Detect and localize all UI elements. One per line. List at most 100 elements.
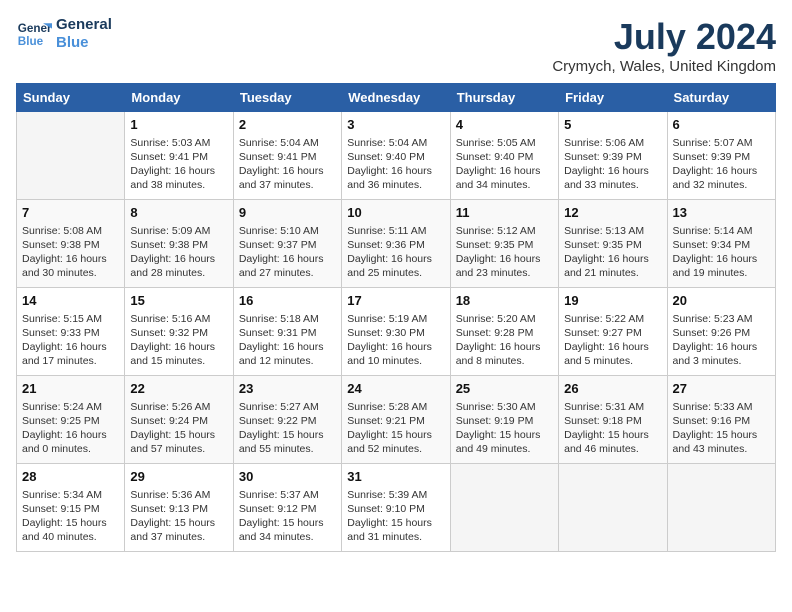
- day-info-line: Sunset: 9:41 PM: [130, 150, 227, 164]
- day-number: 12: [564, 204, 661, 222]
- day-info-line: Sunrise: 5:24 AM: [22, 400, 119, 414]
- day-number: 19: [564, 292, 661, 310]
- day-info-line: Daylight: 15 hours: [22, 516, 119, 530]
- day-number: 17: [347, 292, 444, 310]
- calendar-cell: 5Sunrise: 5:06 AMSunset: 9:39 PMDaylight…: [559, 112, 667, 200]
- day-info-line: and 12 minutes.: [239, 354, 336, 368]
- day-info-line: Sunset: 9:32 PM: [130, 326, 227, 340]
- day-info-line: Sunrise: 5:03 AM: [130, 136, 227, 150]
- day-info-line: Sunrise: 5:11 AM: [347, 224, 444, 238]
- day-info-line: and 37 minutes.: [130, 530, 227, 544]
- day-info-line: and 43 minutes.: [673, 442, 770, 456]
- calendar-cell: 14Sunrise: 5:15 AMSunset: 9:33 PMDayligh…: [17, 288, 125, 376]
- day-info-line: and 55 minutes.: [239, 442, 336, 456]
- calendar-cell: 19Sunrise: 5:22 AMSunset: 9:27 PMDayligh…: [559, 288, 667, 376]
- day-info-line: Sunrise: 5:20 AM: [456, 312, 553, 326]
- day-info-line: Sunrise: 5:07 AM: [673, 136, 770, 150]
- day-info-line: Sunset: 9:31 PM: [239, 326, 336, 340]
- weekday-header: Wednesday: [342, 84, 450, 112]
- week-row: 1Sunrise: 5:03 AMSunset: 9:41 PMDaylight…: [17, 112, 776, 200]
- day-info-line: Daylight: 16 hours: [456, 164, 553, 178]
- day-info-line: Daylight: 16 hours: [239, 340, 336, 354]
- day-info-line: and 21 minutes.: [564, 266, 661, 280]
- calendar-cell: 20Sunrise: 5:23 AMSunset: 9:26 PMDayligh…: [667, 288, 775, 376]
- day-info-line: Sunset: 9:10 PM: [347, 502, 444, 516]
- day-info-line: Daylight: 15 hours: [673, 428, 770, 442]
- day-info-line: Daylight: 16 hours: [130, 164, 227, 178]
- weekday-header: Monday: [125, 84, 233, 112]
- day-info-line: Daylight: 16 hours: [347, 164, 444, 178]
- day-info-line: Sunrise: 5:26 AM: [130, 400, 227, 414]
- day-number: 13: [673, 204, 770, 222]
- day-info-line: Sunset: 9:27 PM: [564, 326, 661, 340]
- weekday-header: Tuesday: [233, 84, 341, 112]
- day-info-line: and 52 minutes.: [347, 442, 444, 456]
- day-info-line: and 8 minutes.: [456, 354, 553, 368]
- day-info-line: Sunrise: 5:34 AM: [22, 488, 119, 502]
- calendar-cell: 3Sunrise: 5:04 AMSunset: 9:40 PMDaylight…: [342, 112, 450, 200]
- calendar-body: 1Sunrise: 5:03 AMSunset: 9:41 PMDaylight…: [17, 112, 776, 552]
- day-number: 27: [673, 380, 770, 398]
- day-info-line: Sunrise: 5:30 AM: [456, 400, 553, 414]
- calendar-cell: 7Sunrise: 5:08 AMSunset: 9:38 PMDaylight…: [17, 200, 125, 288]
- calendar-cell: 23Sunrise: 5:27 AMSunset: 9:22 PMDayligh…: [233, 376, 341, 464]
- day-number: 9: [239, 204, 336, 222]
- day-info-line: Daylight: 16 hours: [22, 252, 119, 266]
- logo-line2: Blue: [56, 34, 112, 52]
- day-number: 21: [22, 380, 119, 398]
- location-subtitle: Crymych, Wales, United Kingdom: [552, 58, 776, 75]
- day-info-line: Sunset: 9:39 PM: [564, 150, 661, 164]
- logo-icon: General Blue: [16, 16, 52, 52]
- day-info-line: Sunrise: 5:27 AM: [239, 400, 336, 414]
- day-info-line: Daylight: 16 hours: [673, 164, 770, 178]
- day-info-line: Daylight: 15 hours: [130, 516, 227, 530]
- day-info-line: Sunrise: 5:06 AM: [564, 136, 661, 150]
- calendar-cell: [667, 464, 775, 552]
- calendar-cell: 4Sunrise: 5:05 AMSunset: 9:40 PMDaylight…: [450, 112, 558, 200]
- day-info-line: and 30 minutes.: [22, 266, 119, 280]
- day-info-line: Sunset: 9:40 PM: [347, 150, 444, 164]
- day-info-line: Daylight: 16 hours: [22, 340, 119, 354]
- day-info-line: Sunset: 9:24 PM: [130, 414, 227, 428]
- day-info-line: Sunset: 9:22 PM: [239, 414, 336, 428]
- day-number: 4: [456, 116, 553, 134]
- day-info-line: and 27 minutes.: [239, 266, 336, 280]
- day-info-line: and 15 minutes.: [130, 354, 227, 368]
- day-number: 20: [673, 292, 770, 310]
- day-info-line: Sunrise: 5:37 AM: [239, 488, 336, 502]
- weekday-row: SundayMondayTuesdayWednesdayThursdayFrid…: [17, 84, 776, 112]
- calendar-cell: 25Sunrise: 5:30 AMSunset: 9:19 PMDayligh…: [450, 376, 558, 464]
- day-info-line: Sunrise: 5:12 AM: [456, 224, 553, 238]
- day-info-line: Daylight: 15 hours: [347, 516, 444, 530]
- day-info-line: Sunset: 9:38 PM: [130, 238, 227, 252]
- day-info-line: Daylight: 15 hours: [347, 428, 444, 442]
- day-info-line: Sunset: 9:13 PM: [130, 502, 227, 516]
- day-number: 25: [456, 380, 553, 398]
- day-number: 7: [22, 204, 119, 222]
- month-year-title: July 2024: [552, 16, 776, 58]
- day-info-line: Sunrise: 5:18 AM: [239, 312, 336, 326]
- day-info-line: Sunrise: 5:31 AM: [564, 400, 661, 414]
- day-info-line: Daylight: 16 hours: [347, 252, 444, 266]
- weekday-header: Saturday: [667, 84, 775, 112]
- calendar-cell: 12Sunrise: 5:13 AMSunset: 9:35 PMDayligh…: [559, 200, 667, 288]
- day-info-line: Sunrise: 5:22 AM: [564, 312, 661, 326]
- day-info-line: Daylight: 15 hours: [239, 428, 336, 442]
- day-info-line: Sunrise: 5:39 AM: [347, 488, 444, 502]
- day-info-line: Sunset: 9:33 PM: [22, 326, 119, 340]
- day-number: 26: [564, 380, 661, 398]
- day-info-line: Sunset: 9:16 PM: [673, 414, 770, 428]
- day-info-line: and 34 minutes.: [239, 530, 336, 544]
- day-info-line: Daylight: 16 hours: [564, 164, 661, 178]
- day-info-line: Sunset: 9:34 PM: [673, 238, 770, 252]
- day-info-line: and 23 minutes.: [456, 266, 553, 280]
- day-info-line: and 0 minutes.: [22, 442, 119, 456]
- day-number: 1: [130, 116, 227, 134]
- day-info-line: Daylight: 16 hours: [564, 252, 661, 266]
- calendar-cell: 15Sunrise: 5:16 AMSunset: 9:32 PMDayligh…: [125, 288, 233, 376]
- calendar-cell: 22Sunrise: 5:26 AMSunset: 9:24 PMDayligh…: [125, 376, 233, 464]
- day-number: 11: [456, 204, 553, 222]
- day-info-line: Sunset: 9:39 PM: [673, 150, 770, 164]
- day-info-line: Sunrise: 5:16 AM: [130, 312, 227, 326]
- day-info-line: and 34 minutes.: [456, 178, 553, 192]
